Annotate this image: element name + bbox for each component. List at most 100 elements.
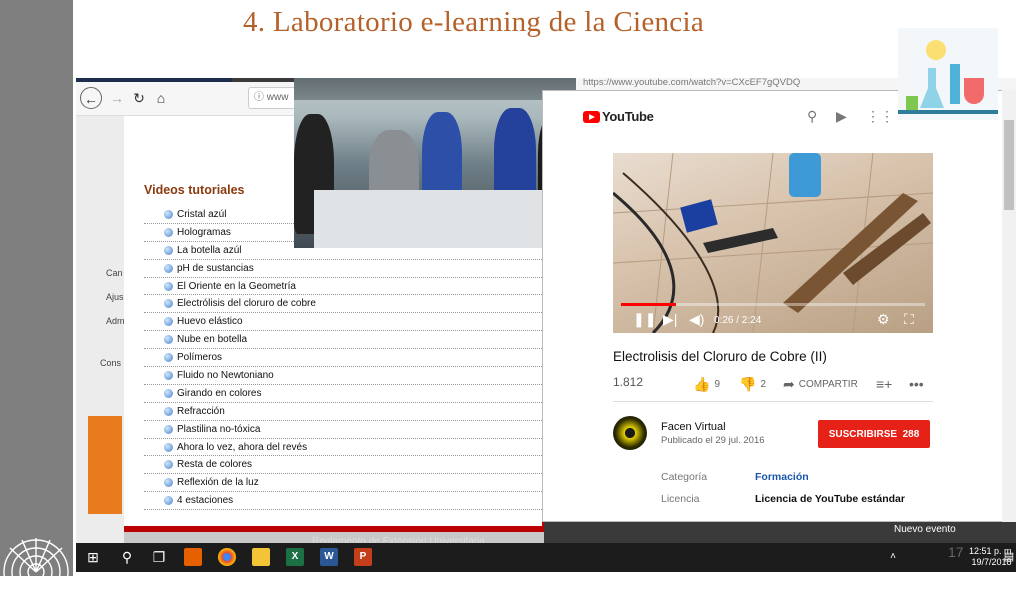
- list-item-label: Refracción: [177, 405, 225, 417]
- video-resource-icon: [164, 496, 173, 506]
- share-button[interactable]: ➦ COMPARTIR: [783, 376, 858, 393]
- firefox-icon[interactable]: [184, 548, 202, 566]
- view-count: 1.812: [613, 375, 644, 389]
- settings-gear-icon[interactable]: ⚙: [877, 311, 890, 328]
- file-thumbnail[interactable]: [88, 416, 122, 514]
- list-item[interactable]: Resta de colores: [144, 456, 544, 475]
- video-progress-bar[interactable]: [621, 303, 925, 306]
- windows-start-icon[interactable]: ⊞: [84, 548, 102, 566]
- list-item-label: Cristal azúl: [177, 208, 227, 220]
- list-item[interactable]: Refracción: [144, 403, 544, 421]
- list-item-label: Hologramas: [177, 226, 231, 238]
- apps-grid-icon[interactable]: ⋮⋮: [866, 108, 894, 125]
- add-to-playlist-button[interactable]: ≡+: [876, 376, 896, 392]
- excel-icon[interactable]: X: [286, 548, 304, 566]
- license-label: Licencia: [661, 493, 700, 505]
- list-item[interactable]: Plastilina no-tóxica: [144, 421, 544, 439]
- list-item[interactable]: El Oriente en la Geometría: [144, 278, 544, 296]
- new-event-button[interactable]: Nuevo evento: [894, 524, 956, 535]
- chrome-icon[interactable]: [218, 548, 236, 566]
- video-resource-icon: [164, 353, 173, 363]
- channel-name[interactable]: Facen Virtual: [661, 421, 726, 433]
- file-explorer-icon[interactable]: [252, 548, 270, 566]
- photo-ceiling: [294, 78, 576, 100]
- home-icon[interactable]: ⌂: [150, 87, 172, 109]
- list-item-label: Resta de colores: [177, 459, 253, 471]
- slide-title: 4. Laboratorio e-learning de la Ciencia: [243, 6, 705, 38]
- list-item-label: Polímeros: [177, 352, 223, 364]
- list-item[interactable]: 4 estaciones: [144, 492, 544, 511]
- word-icon[interactable]: W: [320, 548, 338, 566]
- upload-video-icon[interactable]: ▶: [836, 108, 847, 125]
- task-view-icon[interactable]: ❐: [150, 548, 168, 566]
- subscriber-count: 288: [902, 428, 920, 440]
- fullscreen-icon[interactable]: ⛶: [904, 311, 914, 328]
- list-item-label: Girando en colores: [177, 387, 262, 399]
- divider: [613, 401, 933, 402]
- video-player[interactable]: ❚❚ ▶| ◀) 0:26 / 2:24 ⚙ ⛶: [613, 153, 933, 333]
- list-item-label: pH de sustancias: [177, 262, 254, 274]
- video-resource-icon: [164, 442, 173, 452]
- video-resource-icon: [164, 299, 173, 309]
- video-resource-icon: [164, 263, 173, 273]
- next-icon[interactable]: ▶|: [663, 311, 677, 328]
- section-title: Videos tutoriales: [144, 183, 245, 197]
- list-item[interactable]: Girando en colores: [144, 385, 544, 403]
- back-icon[interactable]: ←: [80, 87, 102, 109]
- list-item-label: La botella azúl: [177, 244, 242, 256]
- subscribe-button[interactable]: SUSCRIBIRSE 288: [818, 420, 930, 448]
- like-button[interactable]: 👍 9: [693, 376, 720, 393]
- sidebar-item-admin[interactable]: Adm: [106, 316, 125, 326]
- list-item[interactable]: Reflexión de la luz: [144, 474, 544, 493]
- list-item[interactable]: Polímeros: [144, 349, 544, 368]
- list-item-label: Huevo elástico: [177, 316, 243, 328]
- category-link[interactable]: Formación: [755, 471, 809, 483]
- youtube-wordmark: YouTube: [602, 109, 654, 124]
- list-item[interactable]: Ahora lo vez, ahora del revés: [144, 439, 544, 457]
- slide-left-strip: [0, 0, 73, 576]
- photo-table: [314, 190, 576, 248]
- license-value: Licencia de YouTube estándar: [755, 493, 905, 505]
- youtube-play-icon: [583, 110, 600, 123]
- list-item[interactable]: pH de sustancias: [144, 260, 544, 278]
- moodle-sidebar: Can Ajus Adm Cons: [76, 116, 125, 546]
- list-item[interactable]: Fluido no Newtoniano: [144, 367, 544, 385]
- system-tray-icons[interactable]: ˄ ▭ ◀): [884, 548, 902, 598]
- scrollbar[interactable]: [1002, 90, 1016, 522]
- youtube-logo[interactable]: YouTube: [583, 109, 654, 124]
- sidebar-item-cancel[interactable]: Can: [106, 268, 123, 278]
- video-list: Cristal azúl Hologramas La botella azúl pH …: [144, 206, 544, 511]
- list-item[interactable]: Huevo elástico: [144, 313, 544, 332]
- video-resource-icon: [164, 424, 173, 434]
- notifications-icon[interactable]: ▤: [1000, 548, 1018, 566]
- panel-bottom-border: [124, 526, 544, 532]
- list-item[interactable]: Nube en botella: [144, 331, 544, 350]
- volume-icon[interactable]: ◀): [689, 311, 704, 328]
- address-text: www: [266, 92, 289, 103]
- video-resource-icon: [164, 406, 173, 416]
- video-resource-icon: [164, 317, 173, 327]
- video-resource-icon: [164, 370, 173, 380]
- video-resource-icon: [164, 281, 173, 291]
- more-icon: •••: [909, 376, 924, 392]
- list-item-label: Reflexión de la luz: [177, 477, 259, 489]
- windows-taskbar: ⊞ ⚲ ❐ X W P ˄ ▭ ◀) 12:51 p. m. 19/7/2018…: [76, 543, 1018, 598]
- embedded-screenshot: ← → ↻ ⌂ ⓘ www Can Ajus Adm Cons Videos t…: [76, 78, 1016, 572]
- forward-icon[interactable]: →: [106, 87, 128, 109]
- list-item[interactable]: Electrólisis del cloruro de cobre: [144, 295, 544, 314]
- pause-icon[interactable]: ❚❚: [633, 311, 656, 328]
- sidebar-item-consult[interactable]: Cons: [100, 358, 121, 368]
- scrollbar-thumb[interactable]: [1004, 120, 1014, 210]
- slide-page-number: 17: [948, 544, 964, 560]
- search-icon[interactable]: ⚲: [118, 548, 136, 566]
- channel-avatar[interactable]: [613, 416, 647, 450]
- powerpoint-icon[interactable]: P: [354, 548, 372, 566]
- reload-icon[interactable]: ↻: [128, 87, 150, 109]
- search-icon[interactable]: ⚲: [807, 108, 817, 125]
- dislike-button[interactable]: 👎 2: [739, 376, 766, 393]
- playlist-add-icon: ≡+: [876, 376, 893, 392]
- sidebar-item-settings[interactable]: Ajus: [106, 292, 124, 302]
- share-label: COMPARTIR: [798, 379, 858, 390]
- more-options-button[interactable]: •••: [909, 376, 928, 392]
- video-resource-icon: [164, 227, 173, 237]
